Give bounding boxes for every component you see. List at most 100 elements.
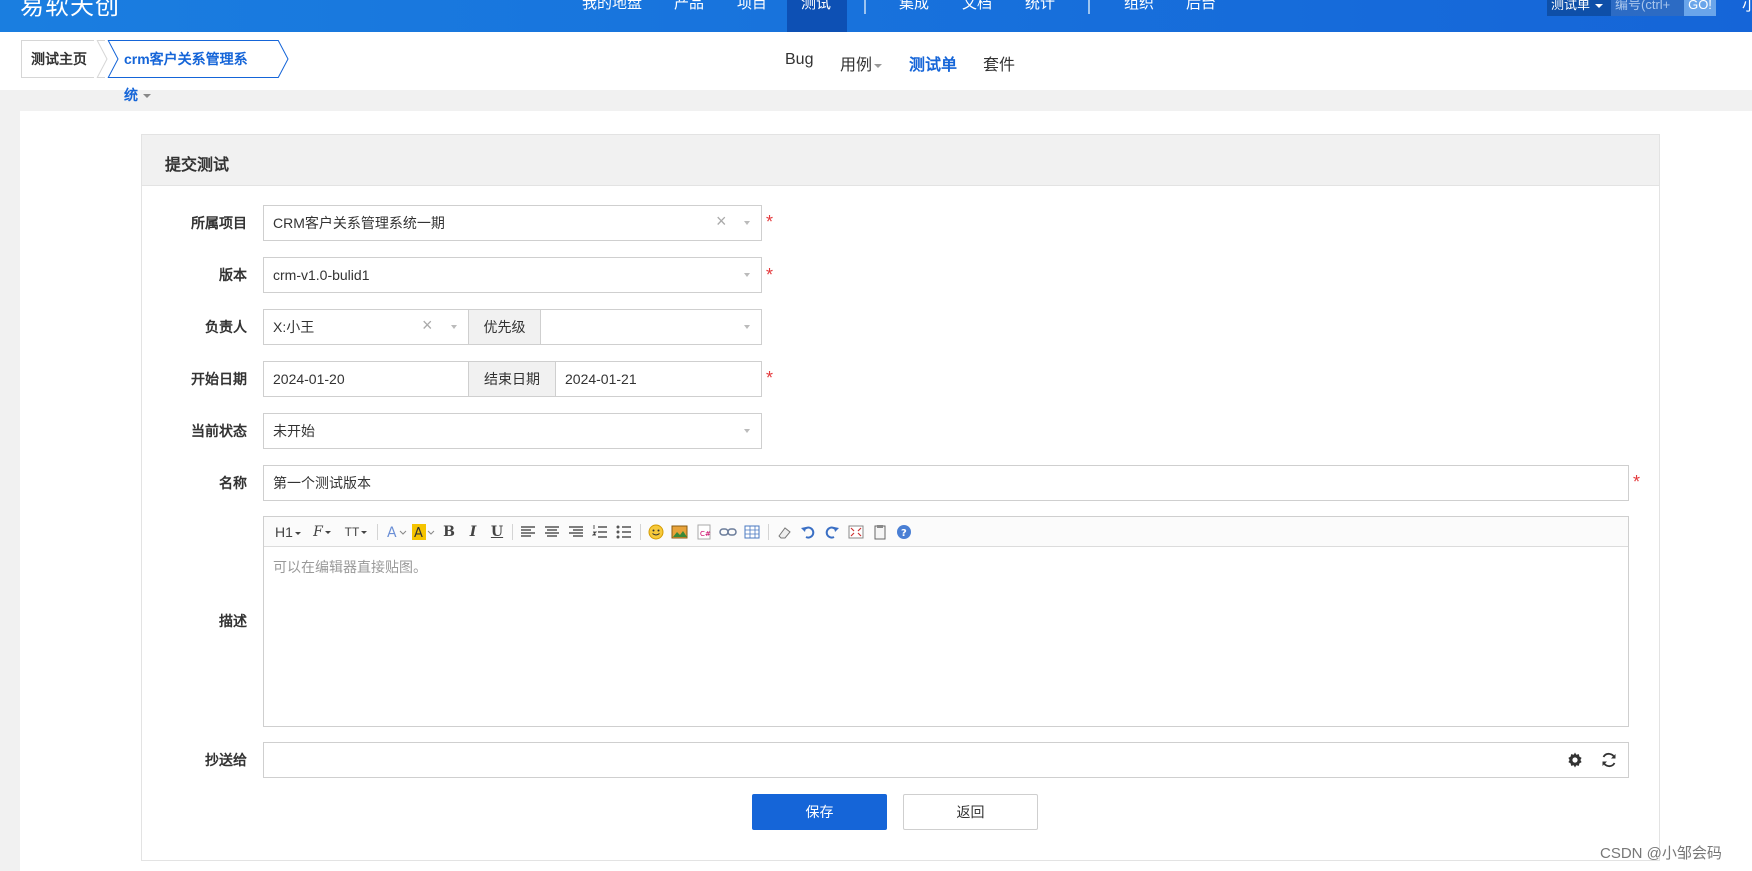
name-input[interactable]: 第一个测试版本: [263, 465, 1629, 501]
form-header: 提交测试: [142, 135, 1659, 186]
code-icon[interactable]: C#: [694, 522, 714, 542]
form-title: 提交测试: [165, 157, 230, 174]
font-family-label: F: [313, 524, 323, 540]
owner-select[interactable]: X:小王: [263, 309, 469, 345]
align-center-icon[interactable]: [542, 522, 562, 542]
end-date-label: 结束日期: [468, 361, 556, 397]
toolbar-separator: [377, 524, 378, 540]
search-type-label: 测试单: [1551, 0, 1591, 12]
cc-label: 抄送给: [205, 752, 247, 768]
name-value: 第一个测试版本: [273, 475, 371, 491]
nav-item-org[interactable]: 组织: [1124, 0, 1154, 13]
tab-case-label: 用例: [840, 57, 873, 74]
clear-icon[interactable]: ×: [422, 315, 433, 336]
eraser-icon[interactable]: [774, 522, 794, 542]
tab-case[interactable]: 用例: [840, 51, 883, 75]
toolbar-separator: [640, 524, 641, 540]
search-input[interactable]: 编号(ctrl+: [1611, 0, 1684, 16]
owner-value: X:小王: [273, 319, 315, 335]
highlight-color-icon[interactable]: A: [410, 522, 436, 542]
brand-logo[interactable]: 易软天创: [20, 0, 120, 21]
link-icon[interactable]: [718, 522, 738, 542]
unordered-list-icon[interactable]: [614, 522, 634, 542]
gear-icon[interactable]: [1566, 751, 1584, 769]
clear-icon[interactable]: ×: [716, 211, 727, 232]
svg-text:A: A: [387, 525, 397, 541]
image-icon[interactable]: [670, 522, 690, 542]
svg-text:?: ?: [901, 528, 907, 539]
status-label: 当前状态: [191, 423, 247, 439]
save-button[interactable]: 保存: [752, 794, 887, 830]
end-date-value: 2024-01-21: [565, 371, 637, 387]
chevron-down-icon: [744, 429, 750, 433]
bold-button[interactable]: B: [440, 522, 458, 542]
tab-bug[interactable]: Bug: [785, 51, 813, 69]
nav-item-test[interactable]: 测试: [801, 0, 831, 13]
chevron-down-icon: [294, 531, 301, 535]
description-editor[interactable]: H1 F TT A A B I U C# ? 可以在编辑器直接贴图。: [263, 516, 1629, 727]
emoji-icon[interactable]: [646, 522, 666, 542]
watermark: CSDN @小邹会码: [1600, 845, 1722, 862]
version-select[interactable]: crm-v1.0-bulid1: [263, 257, 762, 293]
tab-suite[interactable]: 套件: [983, 51, 1015, 75]
nav-item-stats[interactable]: 统计: [1025, 0, 1055, 13]
cc-select[interactable]: [263, 742, 1629, 778]
font-color-icon[interactable]: A: [384, 522, 408, 542]
back-button[interactable]: 返回: [903, 794, 1038, 830]
breadcrumb-home[interactable]: 测试主页: [21, 40, 105, 78]
start-date-label: 开始日期: [191, 371, 247, 387]
nav-item-product[interactable]: 产品: [674, 0, 704, 13]
start-date-value: 2024-01-20: [273, 371, 345, 387]
required-mark: *: [766, 368, 774, 388]
project-label: 所属项目: [191, 215, 247, 231]
project-select[interactable]: CRM客户关系管理系统一期: [263, 205, 762, 241]
chevron-down-icon: [361, 531, 368, 535]
font-size-label: TT: [344, 525, 360, 539]
required-mark: *: [766, 265, 774, 285]
sub-navbar: 测试主页 crm客户关系管理系统 Bug 用例 测试单 套件: [0, 32, 1752, 103]
priority-select[interactable]: [540, 309, 762, 345]
font-size-button[interactable]: TT: [342, 522, 370, 542]
underline-button[interactable]: U: [488, 522, 506, 542]
align-left-icon[interactable]: [518, 522, 538, 542]
nav-item-doc[interactable]: 文档: [962, 0, 992, 13]
fullscreen-icon[interactable]: [846, 522, 866, 542]
status-select[interactable]: 未开始: [263, 413, 762, 449]
priority-label: 优先级: [468, 309, 541, 345]
chevron-down-icon: [1595, 3, 1604, 8]
tab-testtask[interactable]: 测试单: [909, 51, 957, 75]
user-menu[interactable]: 小: [1742, 0, 1752, 15]
nav-separator: [864, 0, 866, 14]
svg-text:A: A: [414, 526, 423, 541]
help-icon[interactable]: ?: [894, 522, 914, 542]
heading-button[interactable]: H1: [274, 522, 302, 542]
svg-text:C#: C#: [700, 530, 711, 538]
end-date-input[interactable]: 2024-01-21: [555, 361, 762, 397]
nav-item-integration[interactable]: 集成: [899, 0, 929, 13]
font-family-button[interactable]: F: [310, 522, 334, 542]
name-label: 名称: [219, 475, 247, 491]
redo-icon[interactable]: [822, 522, 842, 542]
undo-icon[interactable]: [798, 522, 818, 542]
nav-item-my[interactable]: 我的地盘: [582, 0, 642, 13]
refresh-icon[interactable]: [1600, 751, 1618, 769]
ordered-list-icon[interactable]: [590, 522, 610, 542]
start-date-input[interactable]: 2024-01-20: [263, 361, 469, 397]
align-right-icon[interactable]: [566, 522, 586, 542]
breadcrumb-product[interactable]: crm客户关系管理系统: [108, 40, 278, 103]
paste-icon[interactable]: [870, 522, 890, 542]
search-type-select[interactable]: 测试单: [1547, 0, 1611, 16]
editor-toolbar: H1 F TT A A B I U C# ?: [264, 517, 1628, 547]
table-icon[interactable]: [742, 522, 762, 542]
heading-label: H1: [275, 524, 293, 540]
nav-item-admin[interactable]: 后台: [1186, 0, 1216, 13]
toolbar-separator: [768, 524, 769, 540]
chevron-down-icon: [744, 221, 750, 225]
nav-item-project[interactable]: 项目: [737, 0, 767, 13]
italic-button[interactable]: I: [464, 522, 482, 542]
version-value: crm-v1.0-bulid1: [273, 267, 370, 283]
chevron-down-icon: [744, 325, 750, 329]
required-mark: *: [1633, 472, 1641, 492]
chevron-down-icon: [143, 94, 151, 99]
search-go-button[interactable]: GO!: [1684, 0, 1716, 16]
